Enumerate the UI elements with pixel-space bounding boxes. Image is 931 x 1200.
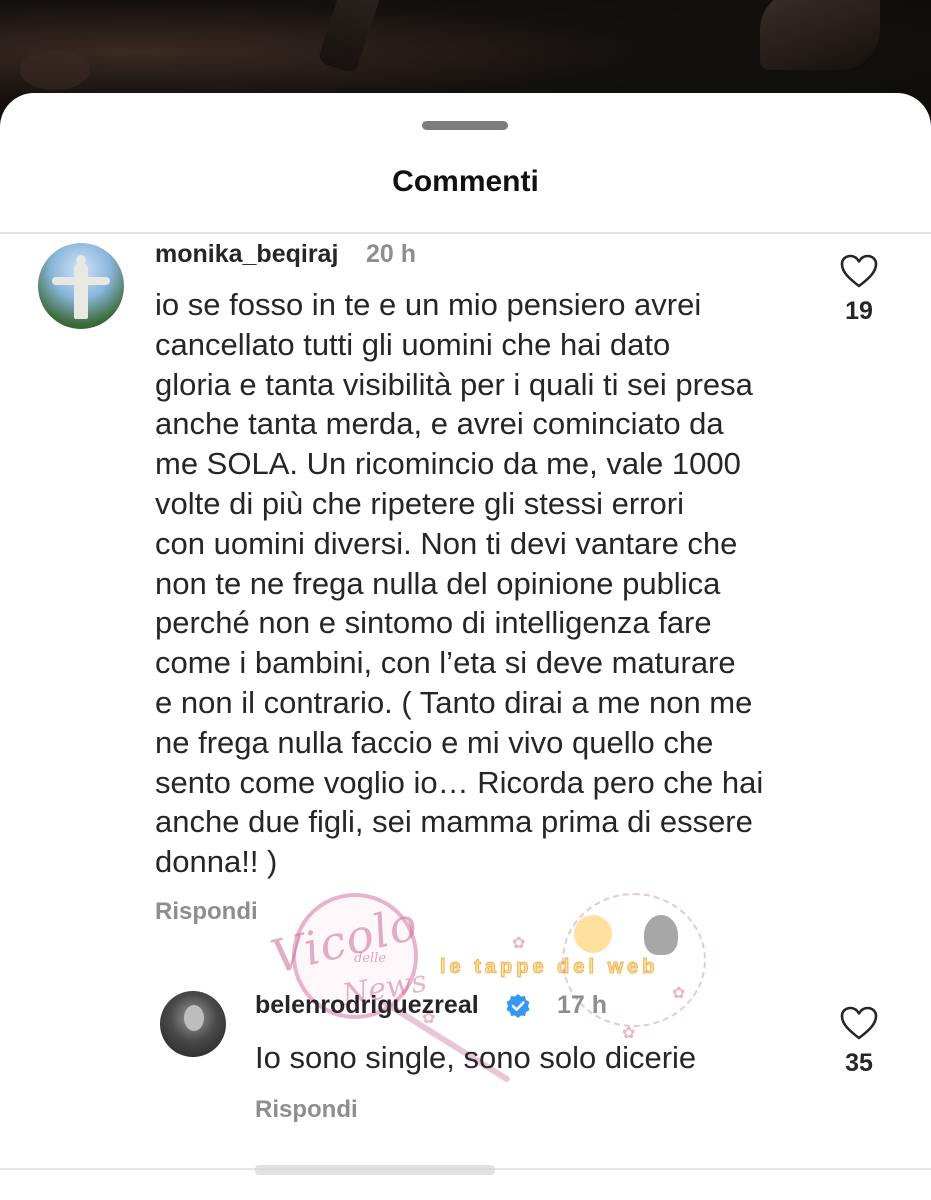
comment-timestamp: 17 h bbox=[557, 991, 608, 1019]
watermark-ribbon: le tappe del web bbox=[439, 956, 659, 979]
heart-icon[interactable] bbox=[839, 1005, 879, 1041]
comments-sheet: Commenti monika_beqiraj 20 h io se fosso… bbox=[0, 93, 931, 1200]
avatar[interactable] bbox=[38, 243, 124, 329]
background-shape bbox=[760, 0, 880, 70]
avatar-face bbox=[184, 1005, 204, 1031]
sheet-title: Commenti bbox=[392, 165, 539, 198]
background-shape bbox=[20, 50, 90, 90]
watermark-character bbox=[644, 915, 678, 955]
paw-icon: ✿ bbox=[512, 935, 526, 952]
verified-badge-icon bbox=[506, 994, 530, 1018]
comment-username[interactable]: monika_beqiraj bbox=[155, 240, 338, 269]
watermark-script: Vicolo bbox=[265, 895, 424, 985]
header-divider bbox=[0, 232, 931, 234]
comment-timestamp: 20 h bbox=[366, 240, 417, 268]
watermark-logo: Vicolo delle News le tappe del web ✿ ✿ ✿… bbox=[262, 893, 706, 1084]
avatar-statue-body bbox=[74, 263, 88, 319]
like-count: 35 bbox=[845, 1049, 873, 1077]
next-comment-preview bbox=[255, 1165, 495, 1175]
watermark-character bbox=[574, 915, 612, 953]
like-count: 19 bbox=[845, 297, 873, 325]
reply-button[interactable]: Rispondi bbox=[155, 898, 258, 926]
reply-button[interactable]: Rispondi bbox=[255, 1096, 358, 1124]
like-button[interactable]: 19 bbox=[829, 253, 889, 326]
comment-text: Io sono single, sono solo dicerie bbox=[255, 1040, 697, 1075]
paw-icon: ✿ bbox=[672, 985, 686, 1002]
avatar[interactable] bbox=[160, 991, 226, 1057]
background-shape bbox=[317, 0, 383, 74]
like-button[interactable]: 35 bbox=[829, 1005, 889, 1078]
comment-username[interactable]: belenrodriguezreal bbox=[255, 991, 479, 1020]
drag-handle[interactable] bbox=[422, 121, 508, 130]
heart-icon[interactable] bbox=[839, 253, 879, 289]
watermark-small-text: delle bbox=[354, 951, 387, 966]
comment-text: io se fosso in te e un mio pensiero avre… bbox=[155, 287, 764, 880]
